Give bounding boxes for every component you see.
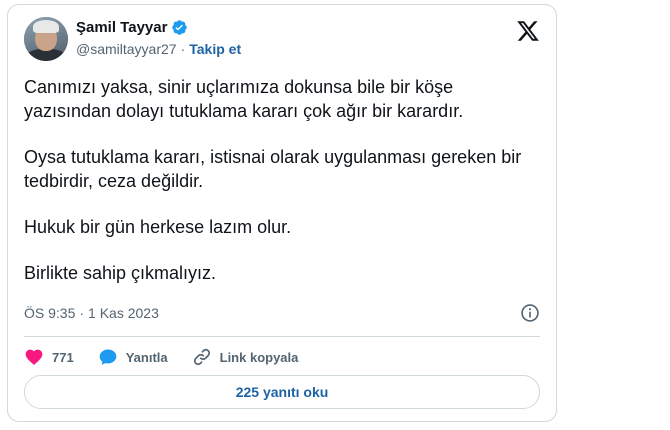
author-name-row: Şamil Tayyar <box>76 19 188 36</box>
divider <box>24 336 540 337</box>
like-button[interactable]: 771 <box>24 347 74 367</box>
author-avatar[interactable] <box>24 17 68 61</box>
heart-icon <box>25 349 43 365</box>
speech-bubble-icon <box>99 349 117 365</box>
tweet-paragraph: Oysa tutuklama kararı, istisnai olarak u… <box>24 147 522 191</box>
copy-link-button[interactable]: Link kopyala <box>192 347 299 367</box>
tweet-card: Şamil Tayyar @samiltayyar27 · Takip et C… <box>7 4 557 422</box>
follow-button[interactable]: Takip et <box>189 41 241 57</box>
verified-badge-icon <box>172 20 188 35</box>
separator-dot: · <box>180 41 186 57</box>
reply-label: Yanıtla <box>125 349 168 365</box>
reply-button[interactable]: Yanıtla <box>98 347 168 367</box>
copy-link-label: Link kopyala <box>219 349 299 365</box>
tweet-paragraph: Birlikte sahip çıkmalıyız. <box>24 263 217 283</box>
tweet-time: ÖS 9:35 <box>24 305 76 321</box>
tweet-paragraph: Canımızı yaksa, sinir uçlarımıza dokunsa… <box>24 77 464 121</box>
info-icon[interactable] <box>520 303 540 323</box>
tweet-header: Şamil Tayyar @samiltayyar27 · Takip et <box>24 17 540 61</box>
tweet-paragraph: Hukuk bir gün herkese lazım olur. <box>24 217 292 237</box>
tweet-timestamp[interactable]: ÖS 9:35 · 1 Kas 2023 <box>24 305 159 321</box>
author-name[interactable]: Şamil Tayyar <box>76 19 167 36</box>
x-logo-icon[interactable] <box>516 19 540 43</box>
author-handle[interactable]: @samiltayyar27 <box>76 41 177 57</box>
tweet-actions: 771 Yanıtla Link kopyala <box>24 343 322 371</box>
separator-dot: · <box>79 305 85 321</box>
tweet-text: Canımızı yaksa, sinir uçlarımıza dokunsa… <box>24 75 544 285</box>
link-icon <box>193 348 210 366</box>
author-handle-row: @samiltayyar27 · Takip et <box>76 41 241 57</box>
like-count: 771 <box>52 349 74 365</box>
tweet-date: 1 Kas 2023 <box>88 305 159 321</box>
read-replies-button[interactable]: 225 yanıtı oku <box>24 375 540 409</box>
